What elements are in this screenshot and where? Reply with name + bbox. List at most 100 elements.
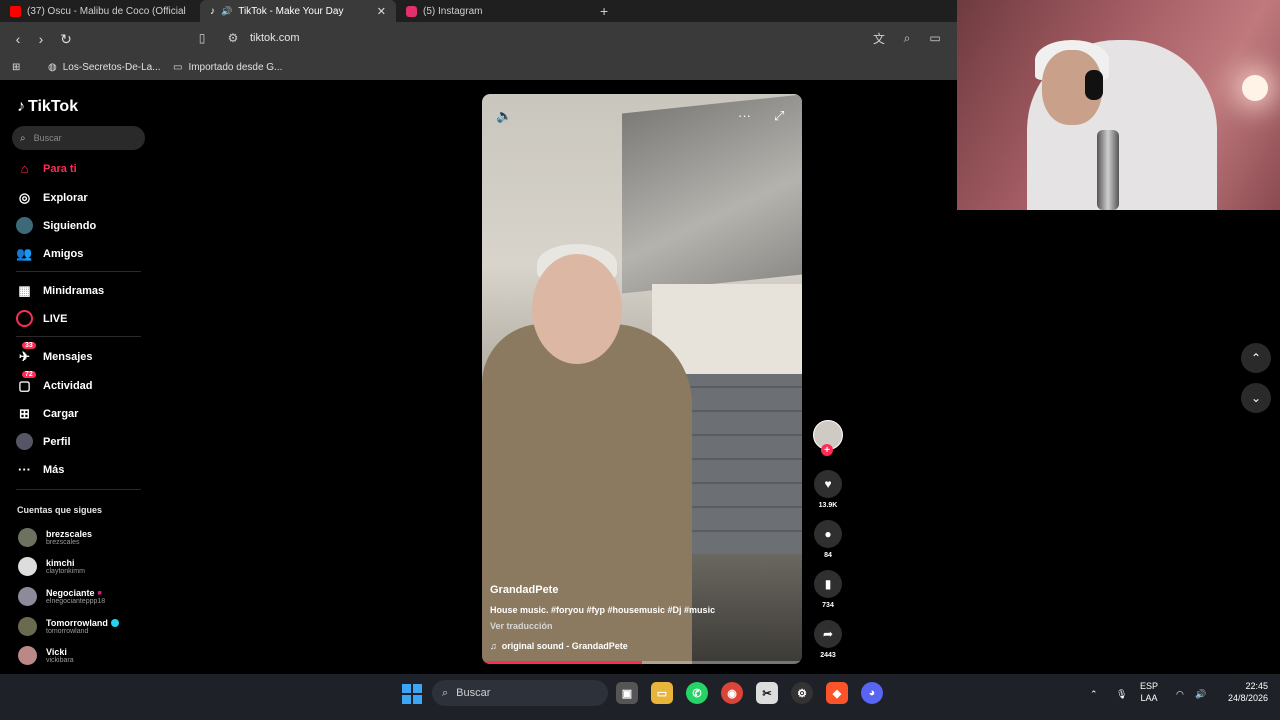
volume-icon[interactable]: 🔈 bbox=[496, 108, 512, 124]
windows-start-icon[interactable] bbox=[402, 684, 422, 704]
previous-video-button[interactable]: ⌃ bbox=[1241, 343, 1271, 373]
close-tab-icon[interactable]: ✕ bbox=[377, 5, 386, 18]
bookmark-item[interactable]: ◍ Los-Secretos-De-La... bbox=[48, 62, 161, 73]
lamp bbox=[1242, 75, 1268, 101]
nav-explorar[interactable]: ◎ Explorar bbox=[16, 189, 88, 206]
back-icon[interactable]: ‹ bbox=[6, 27, 30, 51]
more-options-icon[interactable]: ··· bbox=[738, 108, 751, 123]
tab-tiktok[interactable]: ♪ 🔊 TikTok - Make Your Day ✕ bbox=[200, 0, 396, 22]
profile-icon bbox=[16, 433, 33, 450]
reload-icon[interactable]: ↻ bbox=[54, 27, 78, 51]
divider bbox=[16, 336, 141, 337]
followed-account[interactable]: brezscales brezscales bbox=[18, 528, 92, 547]
progress-fill bbox=[482, 661, 642, 664]
activity-badge: 72 bbox=[22, 371, 36, 378]
nav-actividad[interactable]: ▢ 72 Actividad bbox=[16, 371, 93, 394]
brave-icon[interactable]: ◆ bbox=[826, 682, 848, 704]
volume-icon[interactable]: 🔊 bbox=[1195, 688, 1206, 700]
video-progress-bar[interactable] bbox=[482, 661, 802, 664]
comment-button[interactable]: ● 84 bbox=[812, 520, 844, 559]
avatar bbox=[18, 646, 37, 665]
headset bbox=[1085, 70, 1103, 100]
creator-avatar[interactable]: + bbox=[812, 420, 844, 456]
tab-youtube[interactable]: (37) Oscu - Malibu de Coco (Official bbox=[0, 0, 200, 22]
apps-icon[interactable]: ⊞ bbox=[12, 62, 20, 73]
bookmark-folder[interactable]: ▭ Importado desde G... bbox=[173, 62, 282, 73]
search-input[interactable]: ⌕ Buscar bbox=[12, 126, 145, 150]
zoom-icon[interactable]: ⌕ bbox=[900, 31, 914, 45]
save-button[interactable]: ▮ 734 bbox=[812, 570, 844, 609]
music-note-icon: ♫ bbox=[490, 641, 497, 651]
translate-link[interactable]: Ver traducción bbox=[490, 621, 553, 631]
nav-siguiendo[interactable]: Siguiendo bbox=[16, 217, 96, 234]
windows-taskbar: ⌕ Buscar ▣ ▭ ✆ ◉ ✂ ⚙ ◆ ◕ ⌃ 🎙 ESP LAA ◠ 🔊… bbox=[0, 674, 1280, 720]
tiktok-logo[interactable]: ♪ TikTok bbox=[17, 98, 78, 116]
tab-label: (5) Instagram bbox=[423, 5, 483, 17]
emoji-icon: ■ bbox=[97, 589, 102, 597]
task-view-icon[interactable]: ▣ bbox=[616, 682, 638, 704]
nav-mas[interactable]: ··· Más bbox=[16, 461, 64, 478]
site-info-icon[interactable]: ⚙ bbox=[226, 31, 240, 45]
next-video-button[interactable]: ⌄ bbox=[1241, 383, 1271, 413]
film-icon: ▦ bbox=[18, 282, 31, 298]
video-scene bbox=[622, 94, 802, 294]
nav-minidramas[interactable]: ▦ Minidramas bbox=[16, 282, 104, 299]
live-icon bbox=[16, 310, 33, 327]
tiktok-note-icon: ♪ bbox=[17, 98, 25, 115]
tray-overflow-icon[interactable]: ⌃ bbox=[1090, 688, 1098, 700]
whatsapp-icon[interactable]: ✆ bbox=[686, 682, 708, 704]
speaker-icon: 🔊 bbox=[221, 5, 233, 16]
video-author[interactable]: GrandadPete bbox=[490, 584, 558, 596]
microphone-icon[interactable]: 🎙 bbox=[1116, 688, 1127, 700]
capcut-icon[interactable]: ✂ bbox=[756, 682, 778, 704]
messages-badge: 33 bbox=[22, 342, 36, 349]
avatar bbox=[18, 557, 37, 576]
new-tab-button[interactable]: + bbox=[586, 3, 622, 19]
translate-icon[interactable]: 文 bbox=[872, 31, 886, 46]
instagram-icon bbox=[406, 5, 417, 17]
video-player[interactable]: 🔈 ··· ⤢ GrandadPete House music. #foryou… bbox=[482, 94, 802, 664]
followed-account[interactable]: kimchi claytonkimm bbox=[18, 557, 85, 576]
chrome-icon[interactable]: ◉ bbox=[721, 682, 743, 704]
clock[interactable]: 22:45 24/8/2026 bbox=[1216, 680, 1268, 704]
steam-icon[interactable]: ⚙ bbox=[791, 682, 813, 704]
search-icon: ⌕ bbox=[20, 132, 26, 144]
compass-icon: ◎ bbox=[18, 189, 31, 205]
friends-icon: 👥 bbox=[16, 245, 33, 261]
share-button[interactable]: ➦ 2443 bbox=[812, 620, 844, 659]
cast-icon[interactable]: ▭ bbox=[928, 31, 942, 45]
nav-perfil[interactable]: Perfil bbox=[16, 433, 71, 450]
forward-icon[interactable]: › bbox=[29, 27, 53, 51]
file-explorer-icon[interactable]: ▭ bbox=[651, 682, 673, 704]
search-icon: ⌕ bbox=[442, 686, 449, 699]
language-indicator[interactable]: ESP LAA bbox=[1140, 680, 1158, 704]
followed-account[interactable]: Negociante ■ elnegocianteppp18 bbox=[18, 587, 105, 606]
video-sound[interactable]: ♫ original sound - GrandadPete bbox=[490, 641, 628, 651]
screen: (37) Oscu - Malibu de Coco (Official ♪ 🔊… bbox=[0, 0, 1280, 720]
upload-icon: ⊞ bbox=[19, 405, 30, 421]
webcam-overlay bbox=[957, 0, 1280, 210]
nav-live[interactable]: LIVE bbox=[16, 310, 67, 327]
more-icon: ··· bbox=[18, 462, 31, 477]
tab-instagram[interactable]: (5) Instagram bbox=[396, 0, 586, 22]
like-button[interactable]: ♥ 13.9K bbox=[812, 470, 844, 509]
bookmark-icon[interactable]: ▯ bbox=[195, 31, 209, 45]
fullscreen-icon[interactable]: ⤢ bbox=[774, 108, 784, 124]
nav-mensajes[interactable]: ✈ 33 Mensajes bbox=[16, 342, 93, 365]
chevron-down-icon: ⌄ bbox=[1250, 391, 1262, 405]
nav-cargar[interactable]: ⊞ Cargar bbox=[16, 405, 78, 422]
wifi-icon[interactable]: ◠ bbox=[1176, 688, 1184, 700]
youtube-icon bbox=[10, 5, 21, 17]
url-field[interactable]: tiktok.com bbox=[250, 32, 300, 44]
taskbar-search[interactable]: ⌕ Buscar bbox=[432, 680, 608, 706]
following-section-title: Cuentas que sigues bbox=[17, 505, 103, 515]
follow-plus-icon[interactable]: + bbox=[821, 444, 833, 456]
discord-icon[interactable]: ◕ bbox=[861, 682, 883, 704]
followed-account[interactable]: Vicki vickibara bbox=[18, 646, 74, 665]
tiktok-icon: ♪ bbox=[210, 5, 215, 17]
followed-account[interactable]: Tomorrowland tomorrowland bbox=[18, 617, 119, 636]
nav-amigos[interactable]: 👥 Amigos bbox=[16, 245, 83, 262]
activity-icon: ▢ 72 bbox=[16, 371, 36, 394]
nav-para-ti[interactable]: ⌂ Para ti bbox=[16, 160, 77, 177]
bookmark-icon: ▮ bbox=[814, 570, 842, 598]
